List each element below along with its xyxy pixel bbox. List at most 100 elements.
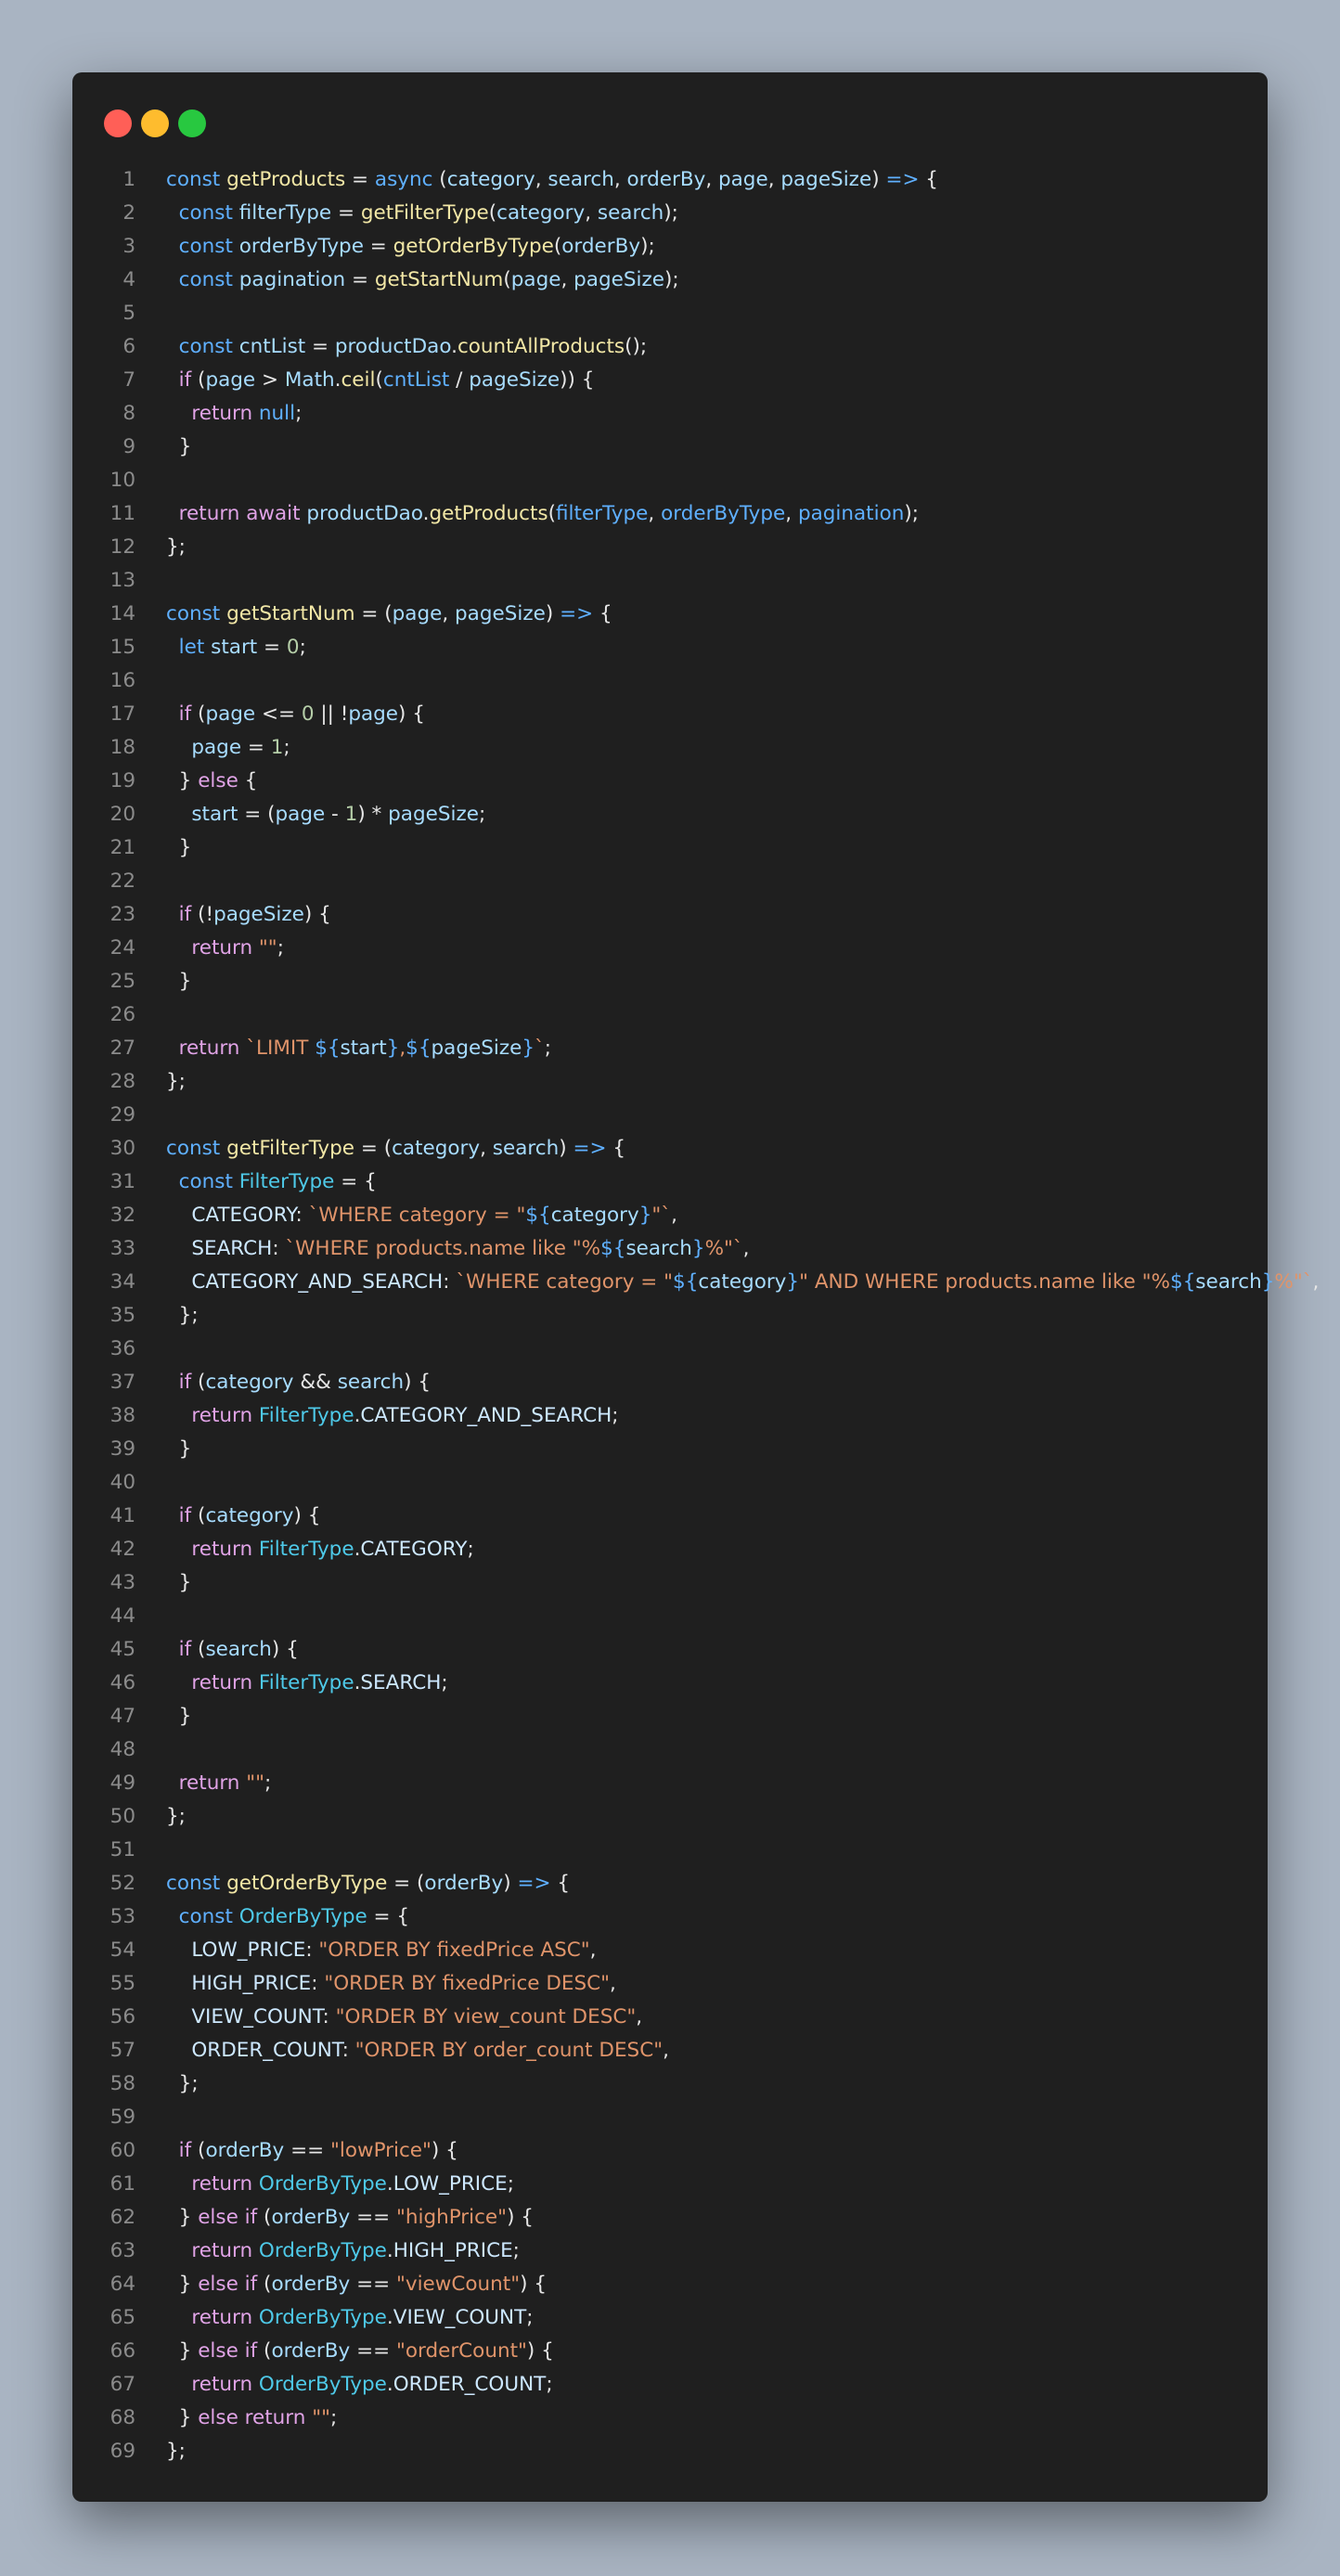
code-line: 62 } else if (orderBy == "highPrice") { <box>72 2201 1268 2235</box>
code-token: getProducts <box>429 502 548 525</box>
code-line: 22 <box>72 865 1268 898</box>
line-code: } <box>166 965 192 998</box>
code-token: if <box>178 1638 192 1661</box>
code-line: 29 <box>72 1099 1268 1132</box>
code-token: } <box>166 836 192 859</box>
code-token: = <box>331 201 361 225</box>
code-token: OrderByType <box>258 2306 387 2329</box>
line-number: 56 <box>110 2005 135 2029</box>
code-token: => <box>517 1872 551 1895</box>
code-token: ` <box>535 1037 545 1060</box>
line-number: 57 <box>110 2039 135 2062</box>
code-token: = <box>257 636 287 659</box>
code-token: if <box>178 1371 192 1394</box>
close-button[interactable] <box>104 109 132 137</box>
line-code: return ""; <box>166 932 284 965</box>
line-code: return `LIMIT ${start},${pageSize}`; <box>166 1032 551 1065</box>
code-token: ; <box>299 636 306 659</box>
code-token: "" <box>246 1771 265 1795</box>
code-token: } <box>166 2339 199 2363</box>
code-token: ; <box>467 1538 474 1561</box>
code-token: , <box>671 1204 677 1227</box>
code-token: : <box>311 1972 325 1995</box>
code-token: search <box>625 1237 692 1260</box>
code-token: %"` <box>704 1237 743 1260</box>
code-token: filterType <box>238 201 332 225</box>
code-token: let <box>178 636 212 659</box>
code-token: ( <box>191 1638 206 1661</box>
code-token: page <box>392 602 443 625</box>
code-token: } <box>386 1037 400 1060</box>
line-code: if (page > Math.ceil(cntList / pageSize)… <box>166 364 595 397</box>
line-number: 23 <box>110 903 135 926</box>
code-token: ) <box>871 168 886 191</box>
code-token: ) { <box>293 1504 321 1527</box>
line-number: 52 <box>110 1872 135 1895</box>
code-token: FilterType <box>258 1538 354 1561</box>
code-token: }; <box>166 535 186 559</box>
code-token: , <box>648 502 662 525</box>
code-token: } <box>166 2206 199 2229</box>
code-token: = <box>345 268 375 291</box>
code-token: / <box>449 368 470 392</box>
line-code: if (page <= 0 || !page) { <box>166 698 425 731</box>
line-number: 46 <box>110 1671 135 1694</box>
code-token: (! <box>191 903 214 926</box>
code-token: ; <box>526 2306 534 2329</box>
code-token: "` <box>651 1204 672 1227</box>
code-line: 7 if (page > Math.ceil(cntList / pageSiz… <box>72 364 1268 397</box>
code-line: 59 <box>72 2101 1268 2134</box>
code-token: ) { <box>507 2206 534 2229</box>
code-token: ${ <box>600 1237 626 1260</box>
code-token: getOrderByType <box>393 235 554 258</box>
code-token: search <box>597 201 664 225</box>
code-token: orderByType <box>238 235 364 258</box>
code-token: CATEGORY_AND_SEARCH <box>360 1404 612 1427</box>
line-code: page = 1; <box>166 731 290 765</box>
code-line: 37 if (category && search) { <box>72 1366 1268 1399</box>
code-line: 4 const pagination = getStartNum(page, p… <box>72 264 1268 297</box>
code-token: { <box>238 769 258 792</box>
code-token: pageSize <box>431 1037 522 1060</box>
code-token: `WHERE category = " <box>308 1204 526 1227</box>
code-token: , <box>585 201 598 225</box>
line-code: const orderByType = getOrderByType(order… <box>166 230 655 264</box>
code-token: else if <box>198 2339 258 2363</box>
code-token: ( <box>257 2206 272 2229</box>
code-token: "lowPrice" <box>329 2139 432 2162</box>
line-code: return FilterType.CATEGORY_AND_SEARCH; <box>166 1399 618 1433</box>
code-line: 9 } <box>72 431 1268 464</box>
code-token: } <box>166 2273 199 2296</box>
code-line: 44 <box>72 1600 1268 1633</box>
code-editor[interactable]: 1 const getProducts = async (category, se… <box>72 163 1320 2468</box>
line-code: const getOrderByType = (orderBy) => { <box>166 1867 570 1900</box>
line-number: 30 <box>110 1137 135 1160</box>
code-line: 64 } else if (orderBy == "viewCount") { <box>72 2268 1268 2301</box>
code-token: } <box>691 1237 705 1260</box>
line-code: }; <box>166 1299 199 1333</box>
code-token: ); <box>664 268 679 291</box>
code-line: 33 SEARCH: `WHERE products.name like "%$… <box>72 1232 1268 1266</box>
code-token: page <box>205 702 256 726</box>
code-token: } <box>786 1270 800 1294</box>
code-token: }; <box>166 1805 186 1828</box>
code-token: } <box>166 435 192 458</box>
code-token: )) { <box>560 368 595 392</box>
code-token: start <box>340 1037 387 1060</box>
minimize-button[interactable] <box>141 109 169 137</box>
line-number: 33 <box>110 1237 135 1260</box>
line-number: 63 <box>110 2239 135 2262</box>
line-number: 40 <box>110 1471 135 1494</box>
code-token: ( <box>191 2139 206 2162</box>
maximize-button[interactable] <box>178 109 206 137</box>
code-token: } <box>166 2406 199 2429</box>
line-code: ORDER_COUNT: "ORDER BY order_count DESC"… <box>166 2034 669 2067</box>
